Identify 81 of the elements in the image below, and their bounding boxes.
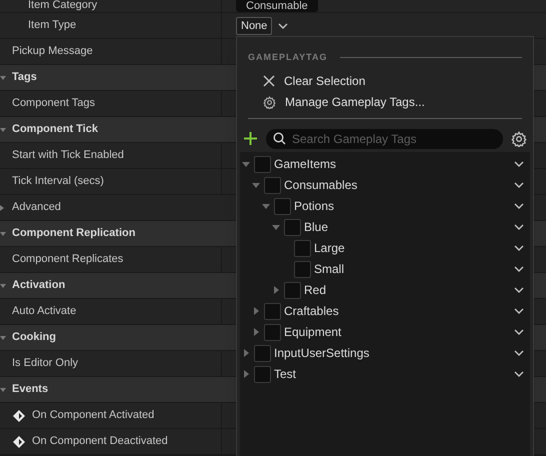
tag-checkbox[interactable] <box>254 366 271 382</box>
tag-label[interactable]: Blue <box>304 218 514 236</box>
chevron-down-icon[interactable] <box>514 350 524 356</box>
tag-label[interactable]: Small <box>314 260 514 278</box>
property-label: Is Editor Only <box>12 356 78 372</box>
property-label: Auto Activate <box>12 304 76 320</box>
property-label: On Component Activated <box>32 408 154 424</box>
property-label: Component Replicates <box>12 252 124 268</box>
expand-arrow-icon[interactable] <box>242 349 250 357</box>
menu-item[interactable]: Manage Gameplay Tags... <box>263 92 507 112</box>
collapse-arrow-icon[interactable] <box>272 223 280 231</box>
tag-value-button[interactable]: None <box>236 16 272 34</box>
property-label: Pickup Message <box>12 44 93 60</box>
tag-label[interactable]: InputUserSettings <box>274 344 514 362</box>
category-dropdown[interactable]: Consumable <box>236 0 318 12</box>
property-label: Start with Tick Enabled <box>12 148 124 164</box>
chevron-down-icon[interactable] <box>514 371 524 377</box>
chevron-down-icon[interactable] <box>514 308 524 314</box>
property-label: Item Type <box>28 18 76 34</box>
chevron-down-icon[interactable] <box>514 329 524 335</box>
collapse-arrow-icon[interactable] <box>242 160 250 168</box>
tag-label[interactable]: Equipment <box>284 323 514 341</box>
property-label: On Component Deactivated <box>32 434 168 450</box>
tag-checkbox[interactable] <box>264 302 281 320</box>
chevron-down-icon[interactable] <box>514 287 524 293</box>
tag-checkbox[interactable] <box>264 176 281 194</box>
chevron-down-icon[interactable] <box>514 203 524 209</box>
property-label: Advanced <box>12 200 61 216</box>
add-icon[interactable] <box>243 131 258 146</box>
category-title: Component Replication <box>12 226 136 242</box>
tag-label[interactable]: Consumables <box>284 176 514 194</box>
property-label: Component Tags <box>12 96 95 112</box>
tag-label[interactable]: Large <box>314 239 514 257</box>
property-label: Tick Interval (secs) <box>12 174 104 190</box>
tag-checkbox[interactable] <box>254 344 271 362</box>
section-header: GAMEPLAYTAG <box>248 51 328 64</box>
expand-arrow-icon[interactable] <box>252 328 260 336</box>
category-title: Cooking <box>12 330 56 346</box>
tag-label[interactable]: GameItems <box>274 155 514 173</box>
collapse-arrow-icon[interactable] <box>0 126 6 132</box>
expand-arrow-icon[interactable] <box>272 286 280 294</box>
chevron-down-icon[interactable] <box>514 161 524 167</box>
close-icon <box>263 75 275 87</box>
expand-arrow-icon[interactable] <box>242 370 250 378</box>
category-title: Events <box>12 382 48 398</box>
collapse-arrow-icon[interactable] <box>0 282 6 288</box>
settings-icon <box>263 96 276 108</box>
tag-label[interactable]: Test <box>274 365 514 383</box>
chevron-down-icon[interactable] <box>514 182 524 188</box>
tag-checkbox[interactable] <box>294 240 311 256</box>
tag-checkbox[interactable] <box>284 282 301 298</box>
collapse-arrow-icon[interactable] <box>0 386 6 392</box>
tag-label[interactable]: Craftables <box>284 302 514 320</box>
category-title: Activation <box>12 278 66 294</box>
event-diamond-icon <box>12 434 26 448</box>
tag-checkbox[interactable] <box>284 218 301 236</box>
collapse-arrow-icon[interactable] <box>0 334 6 340</box>
property-label: Item Category <box>28 0 98 11</box>
expand-arrow-icon[interactable] <box>252 307 260 315</box>
expand-arrow-icon[interactable] <box>0 204 5 210</box>
tag-label[interactable]: Red <box>304 281 514 299</box>
settings-icon[interactable] <box>511 130 527 146</box>
event-diamond-icon <box>12 408 26 422</box>
category-title: Component Tick <box>12 122 98 138</box>
collapse-arrow-icon[interactable] <box>262 202 270 210</box>
collapse-arrow-icon[interactable] <box>0 74 6 80</box>
chevron-down-icon[interactable] <box>514 266 524 272</box>
search-field[interactable]: Search Gameplay Tags <box>266 128 503 148</box>
tag-checkbox[interactable] <box>254 156 271 172</box>
tag-label[interactable]: Potions <box>294 197 514 215</box>
collapse-arrow-icon[interactable] <box>252 181 260 189</box>
menu-item[interactable]: Clear Selection <box>263 70 507 92</box>
category-title: Tags <box>12 70 37 86</box>
search-icon <box>273 132 286 145</box>
tag-checkbox[interactable] <box>274 198 291 214</box>
tag-checkbox[interactable] <box>264 324 281 340</box>
chevron-down-icon[interactable] <box>278 22 288 28</box>
chevron-down-icon[interactable] <box>514 245 524 251</box>
tag-checkbox[interactable] <box>294 260 311 278</box>
chevron-down-icon[interactable] <box>514 224 524 230</box>
collapse-arrow-icon[interactable] <box>0 230 6 236</box>
